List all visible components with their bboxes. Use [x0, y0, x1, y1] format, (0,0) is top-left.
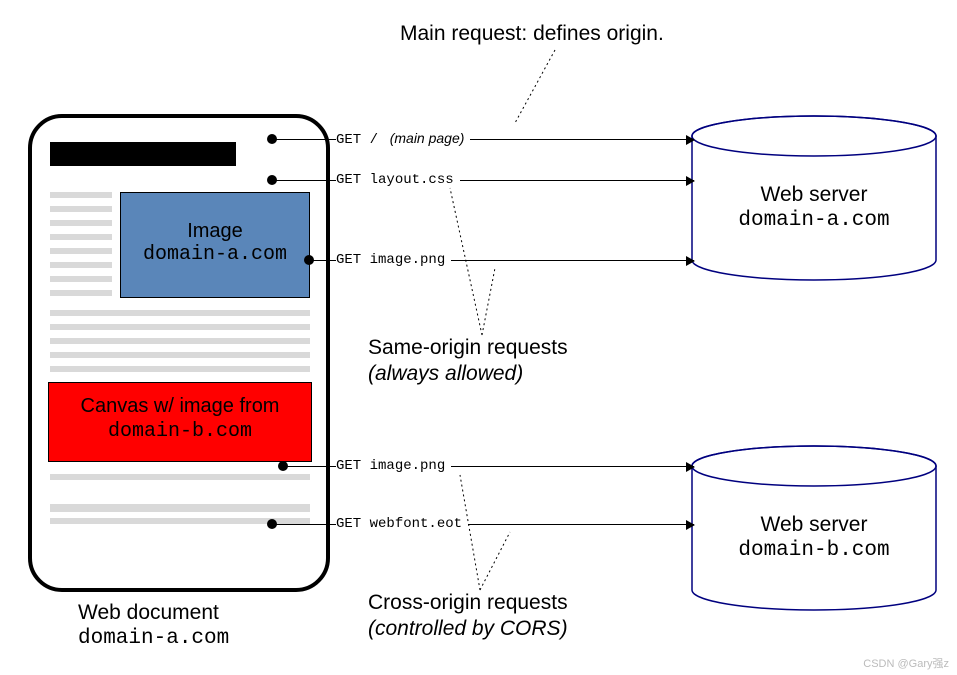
request-stub	[272, 180, 336, 181]
doc-caption-line1: Web document	[78, 600, 338, 626]
title-main-request: Main request: defines origin.	[400, 22, 664, 46]
request-main-text: GET / (main page)	[336, 130, 464, 148]
request-css: GET layout.css	[336, 172, 694, 188]
canvas-block-domain-b: Canvas w/ image from domain-b.com	[48, 382, 312, 462]
annotation-same-origin: Same-origin requests (always allowed)	[368, 335, 568, 388]
request-main: GET / (main page)	[336, 130, 694, 148]
text-line	[50, 504, 310, 512]
text-line	[50, 338, 310, 344]
request-arrow	[468, 524, 694, 525]
request-css-text: GET layout.css	[336, 172, 454, 188]
text-line	[50, 366, 310, 372]
text-line	[50, 276, 112, 282]
request-image-a-text: GET image.png	[336, 252, 445, 268]
image-block-domain: domain-a.com	[121, 243, 309, 267]
request-arrow	[451, 466, 694, 467]
anno-cross-line2: (controlled by CORS)	[368, 616, 568, 642]
server-a-label: Web server domain-a.com	[690, 182, 938, 235]
text-line	[50, 352, 310, 358]
web-document: Image domain-a.com Canvas w/ image from …	[28, 114, 330, 592]
web-document-caption: Web document domain-a.com	[78, 600, 338, 653]
text-line	[50, 324, 310, 330]
text-line	[50, 234, 112, 240]
request-webfont: GET webfont.eot	[336, 516, 694, 532]
request-image-a: GET image.png	[336, 252, 694, 268]
text-line	[50, 192, 112, 198]
request-image-b-text: GET image.png	[336, 458, 445, 474]
watermark: CSDN @Gary强z	[863, 655, 949, 671]
text-line	[50, 220, 112, 226]
request-stub	[309, 260, 336, 261]
text-line	[50, 248, 112, 254]
image-block-domain-a: Image domain-a.com	[120, 192, 310, 298]
image-block-label: Image	[121, 219, 309, 243]
server-b-title: Web server	[690, 512, 938, 538]
anno-cross-line1: Cross-origin requests	[368, 590, 568, 616]
server-b-label: Web server domain-b.com	[690, 512, 938, 565]
text-line	[50, 206, 112, 212]
request-webfont-text: GET webfont.eot	[336, 516, 462, 532]
request-arrow	[470, 139, 694, 140]
annotation-cross-origin: Cross-origin requests (controlled by COR…	[368, 590, 568, 643]
server-a-title: Web server	[690, 182, 938, 208]
server-domain-a: Web server domain-a.com	[690, 114, 938, 282]
text-line	[50, 310, 310, 316]
title-bar	[50, 142, 236, 166]
text-line	[50, 290, 112, 296]
request-image-b: GET image.png	[336, 458, 694, 474]
text-line	[50, 474, 310, 480]
canvas-block-domain: domain-b.com	[49, 419, 311, 445]
request-stub	[272, 139, 336, 140]
canvas-block-label: Canvas w/ image from	[49, 393, 311, 419]
request-stub	[272, 524, 336, 525]
doc-caption-line2: domain-a.com	[78, 626, 338, 652]
anno-same-line1: Same-origin requests	[368, 335, 568, 361]
request-arrow	[460, 180, 694, 181]
server-b-domain: domain-b.com	[690, 538, 938, 564]
text-line	[50, 262, 112, 268]
server-a-domain: domain-a.com	[690, 208, 938, 234]
request-stub	[283, 466, 336, 467]
server-domain-b: Web server domain-b.com	[690, 444, 938, 612]
anno-same-line2: (always allowed)	[368, 361, 568, 387]
request-arrow	[451, 260, 694, 261]
